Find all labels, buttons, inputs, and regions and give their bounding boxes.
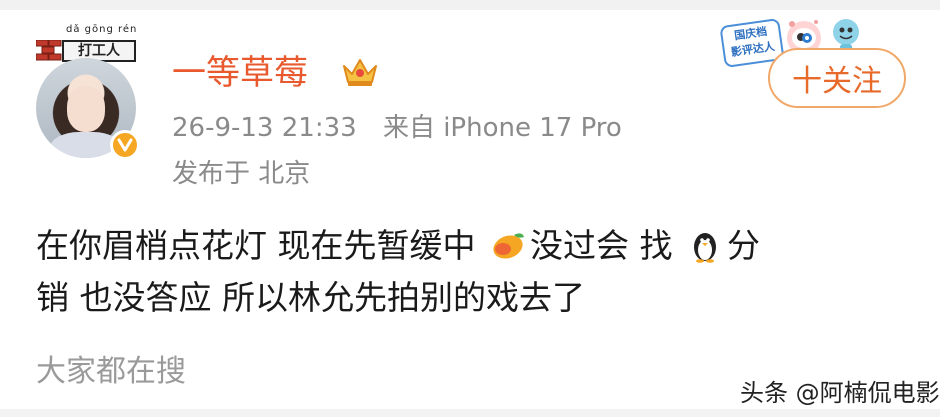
watermark: 头条 @阿楠侃电影: [740, 379, 940, 407]
trending-label[interactable]: 大家都在搜: [36, 352, 186, 392]
post-content: 在你眉梢点花灯 现在先暂缓中 没过会 找 分 销 也没答应 所以林允先拍别的戏去…: [36, 220, 916, 324]
verified-icon: [110, 130, 140, 160]
mango-emoji-icon: [493, 233, 524, 259]
bottom-divider: [0, 409, 940, 417]
post-location: 发布于 北京: [172, 159, 311, 189]
sign-pinyin: dǎ gōng rén: [66, 24, 138, 35]
post-line-2: 销 也没答应 所以林允先拍别的戏去了: [36, 278, 585, 317]
penguin-emoji-icon: [694, 233, 716, 263]
username[interactable]: 一等草莓: [172, 48, 308, 98]
crown-icon: [343, 59, 377, 86]
follow-button[interactable]: 十关注: [768, 48, 906, 108]
post-source: 来自 iPhone 17 Pro: [382, 113, 622, 143]
post-line-1: 在你眉梢点花灯 现在先暂缓中 没过会 找 分: [36, 226, 760, 265]
post-meta: 26-9-13 21:33 来自 iPhone 17 Pro: [172, 110, 622, 146]
top-divider: [0, 0, 940, 10]
avatar[interactable]: [36, 58, 140, 160]
post-time: 26-9-13 21:33: [172, 113, 357, 143]
